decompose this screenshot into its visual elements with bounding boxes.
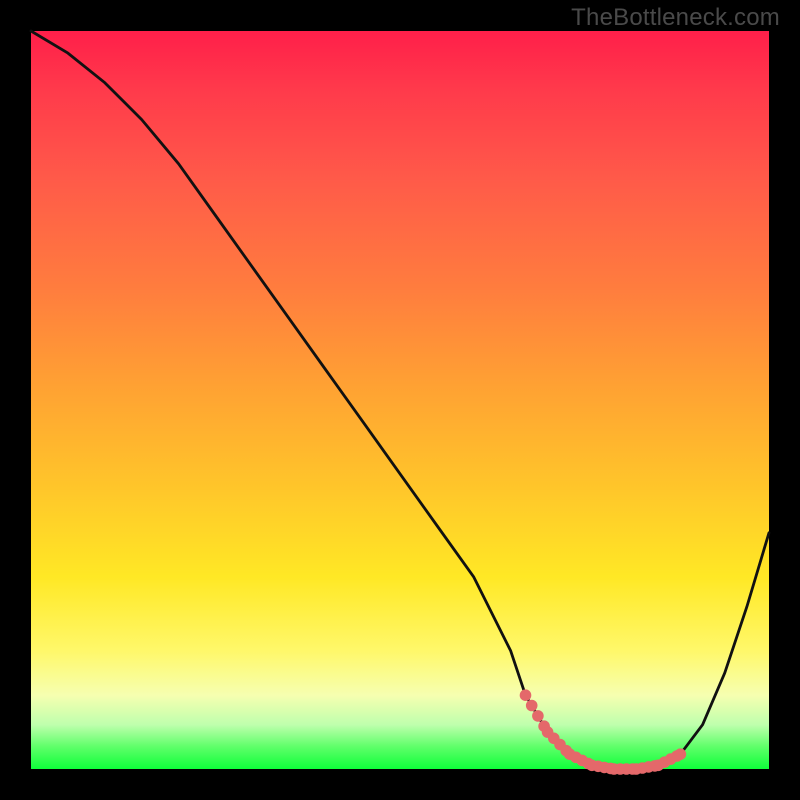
- valley-dot: [526, 700, 538, 712]
- watermark-text: TheBottleneck.com: [571, 4, 780, 32]
- curve-path: [31, 31, 769, 769]
- plot-area: [31, 31, 769, 769]
- bottleneck-curve: [31, 31, 769, 769]
- valley-dot: [675, 748, 687, 760]
- valley-dot: [532, 710, 544, 722]
- chart-frame: TheBottleneck.com: [0, 0, 800, 800]
- valley-dot: [520, 689, 532, 701]
